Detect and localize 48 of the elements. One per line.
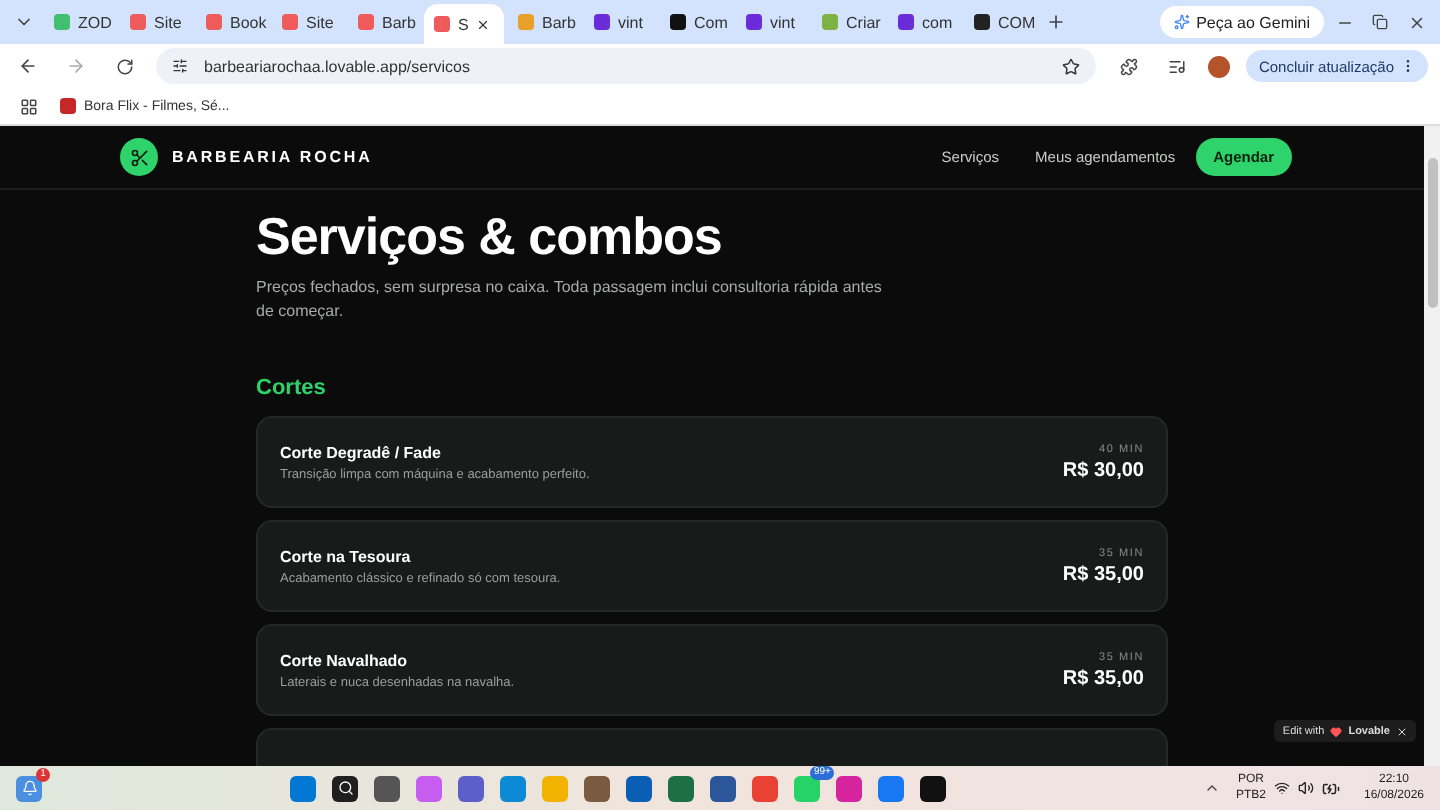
browser-tab[interactable]: Criar (812, 6, 884, 38)
scrollbar[interactable] (1424, 126, 1440, 766)
sparkle-icon (1174, 14, 1191, 30)
wifi-icon[interactable] (1273, 780, 1290, 796)
service-name: Corte na Tesoura (280, 547, 413, 565)
browser-tab[interactable]: Book (196, 6, 268, 38)
browser-tab[interactable]: Barb (348, 6, 420, 38)
browser-tab[interactable]: com (888, 6, 960, 38)
service-name: Corte Navalhado (280, 651, 410, 669)
browser-tab[interactable]: S (424, 4, 504, 44)
address-bar[interactable]: barbeariarochaa.lovable.app/servicos (156, 48, 1097, 84)
bookmark-star-icon[interactable] (1062, 57, 1081, 75)
browser-tab[interactable]: Com (660, 6, 732, 38)
browser-tab[interactable]: ZOD (44, 6, 116, 38)
gemini-button[interactable]: Peça ao Gemini (1160, 6, 1324, 38)
battery-icon[interactable] (1321, 779, 1340, 797)
close-icon[interactable] (1407, 13, 1425, 31)
reload-icon[interactable] (115, 57, 133, 75)
browser-tab[interactable]: vint (736, 6, 808, 38)
volume-icon[interactable] (1297, 780, 1314, 796)
service-price: R$ 35,00 (1062, 667, 1144, 689)
search-icon[interactable] (332, 775, 359, 801)
back-icon[interactable] (18, 56, 38, 76)
extensions-icon[interactable] (1119, 57, 1138, 75)
scissors-logo-icon (120, 138, 158, 176)
browser-tab[interactable]: Barb (508, 6, 580, 38)
browser-tab[interactable]: COM (964, 6, 1036, 38)
site-settings-icon[interactable] (172, 58, 188, 74)
service-price: R$ 30,00 (1062, 459, 1144, 481)
browser-tab[interactable]: Site (120, 6, 192, 38)
close-icon[interactable] (476, 17, 491, 31)
notification-icon[interactable] (16, 775, 42, 801)
restore-icon[interactable] (1372, 14, 1388, 30)
brand-name: BARBEARIA ROCHA (172, 148, 373, 166)
browser-tab[interactable]: Site (272, 6, 344, 38)
service-name: Corte Degradê / Fade (280, 443, 443, 461)
apps-grid-icon[interactable] (19, 97, 37, 115)
profile-avatar[interactable] (1208, 55, 1231, 77)
section-heading: Cortes (256, 376, 328, 400)
browser-tab[interactable]: vint (584, 6, 656, 38)
page-title: Serviços & combos (256, 204, 724, 270)
service-price: R$ 35,00 (1062, 563, 1144, 585)
heart-icon (1330, 725, 1343, 737)
page-subtitle: Preços fechados, sem surpresa no caixa. Toda passagem inclui consultoria rápida antes de começar. (256, 276, 884, 324)
new-tab-icon[interactable] (1046, 12, 1066, 32)
media-icon[interactable] (1167, 57, 1186, 75)
site-favicon-icon (60, 98, 76, 114)
chevron-up-icon[interactable] (1203, 780, 1220, 796)
